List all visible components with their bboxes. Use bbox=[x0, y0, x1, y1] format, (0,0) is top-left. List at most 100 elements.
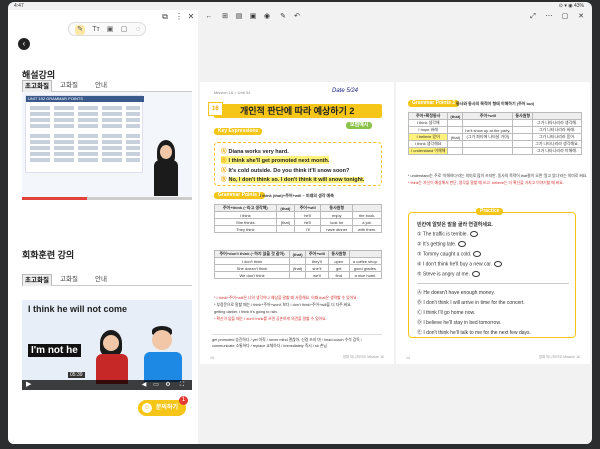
vocab-line: communicate 소통하다 / replace 교체하다 / immedi… bbox=[212, 344, 327, 348]
practice-item: ② It's getting late. bbox=[417, 241, 467, 247]
grammar-table-3: 주어+확정동사 (that) 주어+will 동사원형 I think 생각해 그가 나… bbox=[407, 112, 582, 155]
textbook-page-right[interactable]: Grammar Points 2 동사와 동사의 목적어 형태 이해하기 (주어… bbox=[396, 82, 590, 364]
share-icon[interactable]: ⧉ bbox=[160, 12, 170, 22]
volume-icon[interactable]: ◀ bbox=[140, 381, 148, 389]
more-icon[interactable]: ⋯ bbox=[544, 12, 554, 22]
tab-info-1[interactable]: 안내 bbox=[86, 80, 116, 92]
practice-sentence: Ⓓ I believe he'll stay in bed tomorrow. bbox=[417, 320, 502, 326]
play-icon[interactable]: ▶ bbox=[26, 381, 34, 389]
lesson-banner: 16 개인적 판단에 따라 예상하기 2 bbox=[208, 102, 382, 118]
inquiry-label: 문의하기 bbox=[155, 405, 178, 411]
conversation-video[interactable]: I think he will not come I'm not he 05:3… bbox=[22, 300, 192, 390]
status-icons: ⊙ ▾ ◉ 43% bbox=[558, 3, 584, 9]
table-row: I think 생각해 그가 나타나리라 생각해. bbox=[407, 119, 582, 127]
sheet-row bbox=[30, 158, 140, 162]
close-icon[interactable]: ✕ bbox=[186, 12, 196, 22]
table-row: She thinks (that) he'll look for a job. bbox=[214, 218, 382, 226]
tab-uhd-1[interactable]: 초고화질 bbox=[22, 80, 52, 92]
table-row: I believe 믿어 (that) (그가 파티에 나타날 거야) 그가 나타나리… bbox=[407, 133, 582, 141]
book-viewer: ← ⊞ ▤ ▣ ◉ ✎ ↶ ⤢ ⋯ ▢ ✕ Mission 16 > Unit … bbox=[198, 10, 592, 444]
example-line: Ⓐ Diana works very hard. bbox=[221, 149, 289, 155]
menu-icon[interactable]: ⋮ bbox=[174, 12, 184, 22]
sheet-row bbox=[30, 140, 140, 144]
grammar-note: * 부정문으로 말할 때는 I think+주어+won't 보다 I don'… bbox=[214, 303, 352, 307]
textbook-page-left[interactable]: Mission 16 > Unit 34 Date 5/24 16 개인적 판단… bbox=[200, 82, 394, 364]
grammar-note: * think는 자신이 예상해서 판단, 생각을 말할 때 쓰고, belie… bbox=[408, 181, 564, 185]
video-time: 05:39 bbox=[68, 372, 85, 378]
table-row: I understand 이해해 그가 나타나리라 이해해. bbox=[407, 147, 582, 155]
teacher-figure bbox=[152, 140, 180, 196]
practice-box: 빈칸에 알맞은 말을 골라 연결하세요. ① The traffic is te… bbox=[408, 212, 576, 338]
undo-icon[interactable]: ↶ bbox=[292, 12, 302, 22]
back-arrow-icon[interactable]: ← bbox=[204, 12, 214, 22]
commentary-video[interactable]: UNIT 152 GRAMMAR POINTS bbox=[22, 92, 192, 200]
settings-icon[interactable]: ⚙ bbox=[164, 381, 172, 389]
practice-sentence: Ⓒ I think I'll go home now. bbox=[417, 310, 476, 316]
page-number-left: 15 bbox=[210, 356, 214, 360]
practice-sentence: Ⓐ He doesn't have enough money. bbox=[417, 290, 495, 296]
fullscreen-icon[interactable]: ⛶ bbox=[178, 381, 186, 389]
sheet-row bbox=[30, 106, 140, 110]
pen-icon[interactable]: ✎ bbox=[278, 12, 288, 22]
grammar-title: I think (that)+주어+will ~ 미래의 생각 예측 bbox=[260, 193, 334, 198]
record-icon[interactable]: ◉ bbox=[262, 12, 272, 22]
tab-hd-2[interactable]: 고화질 bbox=[54, 274, 84, 286]
tab-uhd-2[interactable]: 초고화질 bbox=[22, 274, 52, 286]
sheet-row bbox=[30, 112, 140, 116]
table-row: We don't think we'll find a nice hotel. bbox=[213, 271, 383, 279]
practice-sentence: Ⓑ I don't think I will arrive in time fo… bbox=[417, 300, 525, 306]
grammar-note: * I think+주어+will은 나의 생각이나 예상을 말할 때 사용해요… bbox=[214, 296, 358, 300]
status-bar: 4:47 ⊙ ▾ ◉ 43% bbox=[8, 2, 592, 10]
practice-item: ⑤ Steve is angry at me. bbox=[417, 271, 480, 277]
grid-icon[interactable]: ⊞ bbox=[220, 12, 230, 22]
example-line: Ⓐ It's cold outside. Do you think it'll s… bbox=[221, 168, 350, 174]
quality-tabs-2: 초고화질 고화질 안내 bbox=[22, 274, 192, 286]
viewer-close-icon[interactable]: ✕ bbox=[576, 12, 586, 22]
subtitle-icon[interactable]: ▭ bbox=[152, 381, 160, 389]
grammar-note: * understand는 주로 '이해하다'라는 의미로 많이 쓰지만, 동사… bbox=[408, 174, 588, 178]
tab-info-2[interactable]: 안내 bbox=[86, 274, 116, 286]
sheet-row bbox=[30, 124, 140, 128]
video-controls: ▶ ◀ ▭ ⚙ ⛶ bbox=[22, 380, 192, 390]
table-row: I hope 바래 he'll show up at the party. 그가 나… bbox=[407, 126, 582, 134]
notification-badge: 1 bbox=[179, 396, 188, 405]
image-icon[interactable]: ▣ bbox=[105, 25, 115, 35]
sheet-row bbox=[30, 146, 140, 150]
video1-progress[interactable] bbox=[22, 197, 192, 200]
example-pill: 모범예시 bbox=[346, 122, 373, 129]
key-expressions-box: Ⓐ Diana works very hard. Ⓑ I think she'll … bbox=[214, 142, 382, 186]
chat-face-icon: ☺ bbox=[142, 403, 152, 413]
back-button[interactable]: ‹ bbox=[18, 38, 30, 50]
sheet-title: UNIT 152 GRAMMAR POINTS bbox=[26, 96, 144, 102]
expand-icon[interactable]: ⤢ bbox=[528, 12, 538, 22]
table-row: They think I'll have dinner with them. bbox=[214, 225, 382, 233]
comment-icon[interactable]: ▢ bbox=[119, 25, 129, 35]
highlighter-icon[interactable]: ✎ bbox=[75, 25, 85, 35]
practice-item: ① The traffic is terrible. bbox=[417, 231, 478, 237]
sheet-row bbox=[30, 152, 140, 156]
actress-figure bbox=[92, 330, 132, 384]
actor-figure bbox=[142, 326, 184, 382]
page-icon[interactable]: ▤ bbox=[234, 12, 244, 22]
page-footer-right: 영파 미니하이오 Mission 16 bbox=[538, 355, 580, 359]
practice-sentence: Ⓔ I don't think he'll talk to me for the… bbox=[417, 330, 531, 336]
video-caption-top: I think he will not come bbox=[28, 304, 128, 314]
example-line: Ⓑ I think she'll get promoted next month. bbox=[221, 156, 330, 164]
sheet-row bbox=[30, 134, 140, 138]
practice-intro: 빈칸에 알맞은 말을 골라 연결하세요. bbox=[417, 222, 493, 228]
bubble-icon[interactable]: ◌ bbox=[133, 25, 143, 35]
media-icon[interactable]: ▣ bbox=[248, 12, 258, 22]
page-header: Mission 16 > Unit 34 bbox=[214, 90, 251, 95]
text-tool-icon[interactable]: Tт bbox=[91, 25, 101, 35]
lesson-number: 16 bbox=[208, 102, 223, 116]
conversation-title: 회화훈련 강의 bbox=[22, 250, 75, 260]
minimize-icon[interactable]: ▢ bbox=[560, 12, 570, 22]
video-caption-bottom: I'm not he bbox=[28, 344, 81, 357]
table-row: I don't think they'll open a coffee shop. bbox=[213, 257, 383, 265]
lesson-title: 개인적 판단에 따라 예상하기 2 bbox=[240, 106, 355, 116]
quality-tabs-1: 초고화질 고화질 안내 bbox=[22, 80, 192, 92]
tab-hd-1[interactable]: 고화질 bbox=[54, 80, 84, 92]
grammar-note: * 확신이 없을 때는 I don't think를 쓰면 공손하게 의견을 말… bbox=[214, 317, 327, 321]
lecture-panel: ⧉ ⋮ ✕ ‹ ✎ Tт ▣ ▢ ◌ 해설강의 초고화질 고화질 안내 UNIT… bbox=[8, 10, 198, 444]
vocab-line: get promoted 승진하다 / yet 아직 / never mind … bbox=[212, 338, 362, 342]
